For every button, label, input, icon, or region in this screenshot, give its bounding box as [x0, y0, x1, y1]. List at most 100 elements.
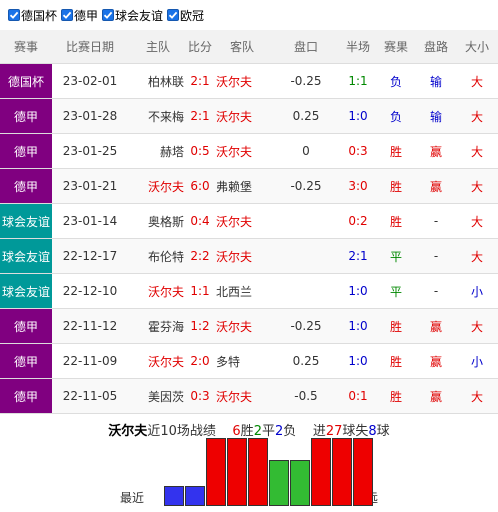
league-cell[interactable]: 球会友谊 [0, 203, 52, 239]
home-team-cell[interactable]: 沃尔夫 [128, 273, 188, 309]
league-cell[interactable]: 德甲 [0, 98, 52, 134]
handicap-result-cell: 输 [416, 63, 456, 99]
table-row: 球会友谊 22-12-10 沃尔夫 1:1 北西兰 1:0 平 - 小 [0, 273, 498, 309]
summary-loss-word: 负 [283, 424, 297, 439]
away-team-cell[interactable]: 沃尔夫 [212, 63, 272, 99]
form-bar [353, 438, 373, 506]
handicap-cell: -0.25 [272, 168, 340, 204]
score-cell[interactable]: 2:1 [188, 63, 212, 99]
over-under-cell: 大 [456, 98, 498, 134]
home-team-cell[interactable]: 不来梅 [128, 98, 188, 134]
table-row: 球会友谊 23-01-14 奥格斯 0:4 沃尔夫 0:2 胜 - 大 [0, 203, 498, 239]
date-cell: 22-11-05 [52, 378, 128, 414]
league-cell[interactable]: 球会友谊 [0, 238, 52, 274]
form-bar [290, 460, 310, 506]
column-header: 半场 [340, 30, 376, 64]
league-cell[interactable]: 德甲 [0, 133, 52, 169]
result-cell: 负 [376, 98, 416, 134]
home-team-cell[interactable]: 美因茨 [128, 378, 188, 414]
summary-goals-post: 球 [376, 424, 390, 439]
home-team-cell[interactable]: 柏林联 [128, 63, 188, 99]
home-team-cell[interactable]: 赫塔 [128, 133, 188, 169]
form-bar [248, 438, 268, 506]
column-header: 盘路 [416, 30, 456, 64]
handicap-result-cell: 赢 [416, 133, 456, 169]
away-team-cell[interactable]: 沃尔夫 [212, 98, 272, 134]
score-cell[interactable]: 2:0 [188, 343, 212, 379]
checkbox-checked-icon[interactable] [102, 9, 115, 21]
summary-draws: 2 [253, 424, 262, 439]
away-team-cell[interactable]: 沃尔夫 [212, 308, 272, 344]
date-cell: 22-11-12 [52, 308, 128, 344]
away-team-cell[interactable]: 沃尔夫 [212, 203, 272, 239]
summary-goals-pre: 进 [312, 424, 326, 439]
over-under-cell: 大 [456, 378, 498, 414]
column-header: 赛事 [0, 30, 52, 64]
home-team-cell[interactable]: 奥格斯 [128, 203, 188, 239]
result-cell: 胜 [376, 378, 416, 414]
away-team-cell[interactable]: 弗赖堡 [212, 168, 272, 204]
form-bar [269, 460, 289, 506]
away-team-cell[interactable]: 多特 [212, 343, 272, 379]
column-header: 赛果 [376, 30, 416, 64]
halftime-cell: 3:0 [340, 168, 376, 204]
league-cell[interactable]: 德甲 [0, 378, 52, 414]
away-team-cell[interactable]: 沃尔夫 [212, 378, 272, 414]
score-cell[interactable]: 6:0 [188, 168, 212, 204]
away-team-cell[interactable]: 北西兰 [212, 273, 272, 309]
over-under-cell: 大 [456, 308, 498, 344]
checkbox-checked-icon[interactable] [8, 9, 20, 21]
handicap-result-cell: 赢 [416, 308, 456, 344]
halftime-cell: 1:0 [340, 343, 376, 379]
column-header: 主队 [128, 30, 188, 64]
score-cell[interactable]: 0:4 [188, 203, 212, 239]
league-filter-bar: 德国杯 德甲 球会友谊 欧冠 [0, 0, 498, 30]
handicap-cell: -0.25 [272, 63, 340, 99]
away-team-cell[interactable]: 沃尔夫 [212, 238, 272, 274]
score-cell[interactable]: 1:1 [188, 273, 212, 309]
score-cell[interactable]: 1:2 [188, 308, 212, 344]
home-team-cell[interactable]: 霍芬海 [128, 308, 188, 344]
away-team-cell[interactable]: 沃尔夫 [212, 133, 272, 169]
filter-label: 德国杯 [21, 8, 58, 23]
handicap-result-cell: - [416, 203, 456, 239]
over-under-cell: 大 [456, 168, 498, 204]
filter-item[interactable]: 德甲 [61, 7, 98, 24]
summary-wins: 6 [232, 424, 241, 439]
form-bar [332, 438, 352, 506]
column-header: 比分 [188, 30, 212, 64]
table-row: 德国杯 23-02-01 柏林联 2:1 沃尔夫 -0.25 1:1 负输大 [0, 63, 498, 99]
result-cell: 平 [376, 273, 416, 309]
checkbox-checked-icon[interactable] [61, 9, 74, 21]
over-under-cell: 大 [456, 133, 498, 169]
league-cell[interactable]: 德甲 [0, 308, 52, 344]
form-bar [206, 438, 226, 506]
score-cell[interactable]: 0:5 [188, 133, 212, 169]
date-cell: 22-11-09 [52, 343, 128, 379]
over-under-cell: 大 [456, 238, 498, 274]
date-cell: 23-01-25 [52, 133, 128, 169]
score-cell[interactable]: 2:1 [188, 98, 212, 134]
filter-item[interactable]: 欧冠 [167, 7, 204, 24]
form-label-recent: 最近 [120, 491, 145, 505]
league-cell[interactable]: 球会友谊 [0, 273, 52, 309]
summary-win-word: 胜 [240, 424, 254, 439]
checkbox-checked-icon[interactable] [167, 9, 180, 21]
league-cell[interactable]: 德甲 [0, 343, 52, 379]
home-team-cell[interactable]: 布伦特 [128, 238, 188, 274]
filter-item[interactable]: 球会友谊 [102, 7, 163, 24]
filter-item[interactable]: 德国杯 [8, 7, 57, 24]
over-under-cell: 大 [456, 203, 498, 239]
score-cell[interactable]: 2:2 [188, 238, 212, 274]
summary-goals-against: 8 [368, 424, 377, 439]
league-cell[interactable]: 德国杯 [0, 63, 52, 99]
handicap-result-cell: - [416, 273, 456, 309]
filter-label: 球会友谊 [115, 8, 164, 23]
handicap-result-cell: - [416, 238, 456, 274]
league-cell[interactable]: 德甲 [0, 168, 52, 204]
column-header: 客队 [212, 30, 272, 64]
table-row: 德甲 23-01-25 赫塔 0:5 沃尔夫 0 0:3 胜赢大 [0, 133, 498, 169]
home-team-cell[interactable]: 沃尔夫 [128, 168, 188, 204]
home-team-cell[interactable]: 沃尔夫 [128, 343, 188, 379]
score-cell[interactable]: 0:3 [188, 378, 212, 414]
